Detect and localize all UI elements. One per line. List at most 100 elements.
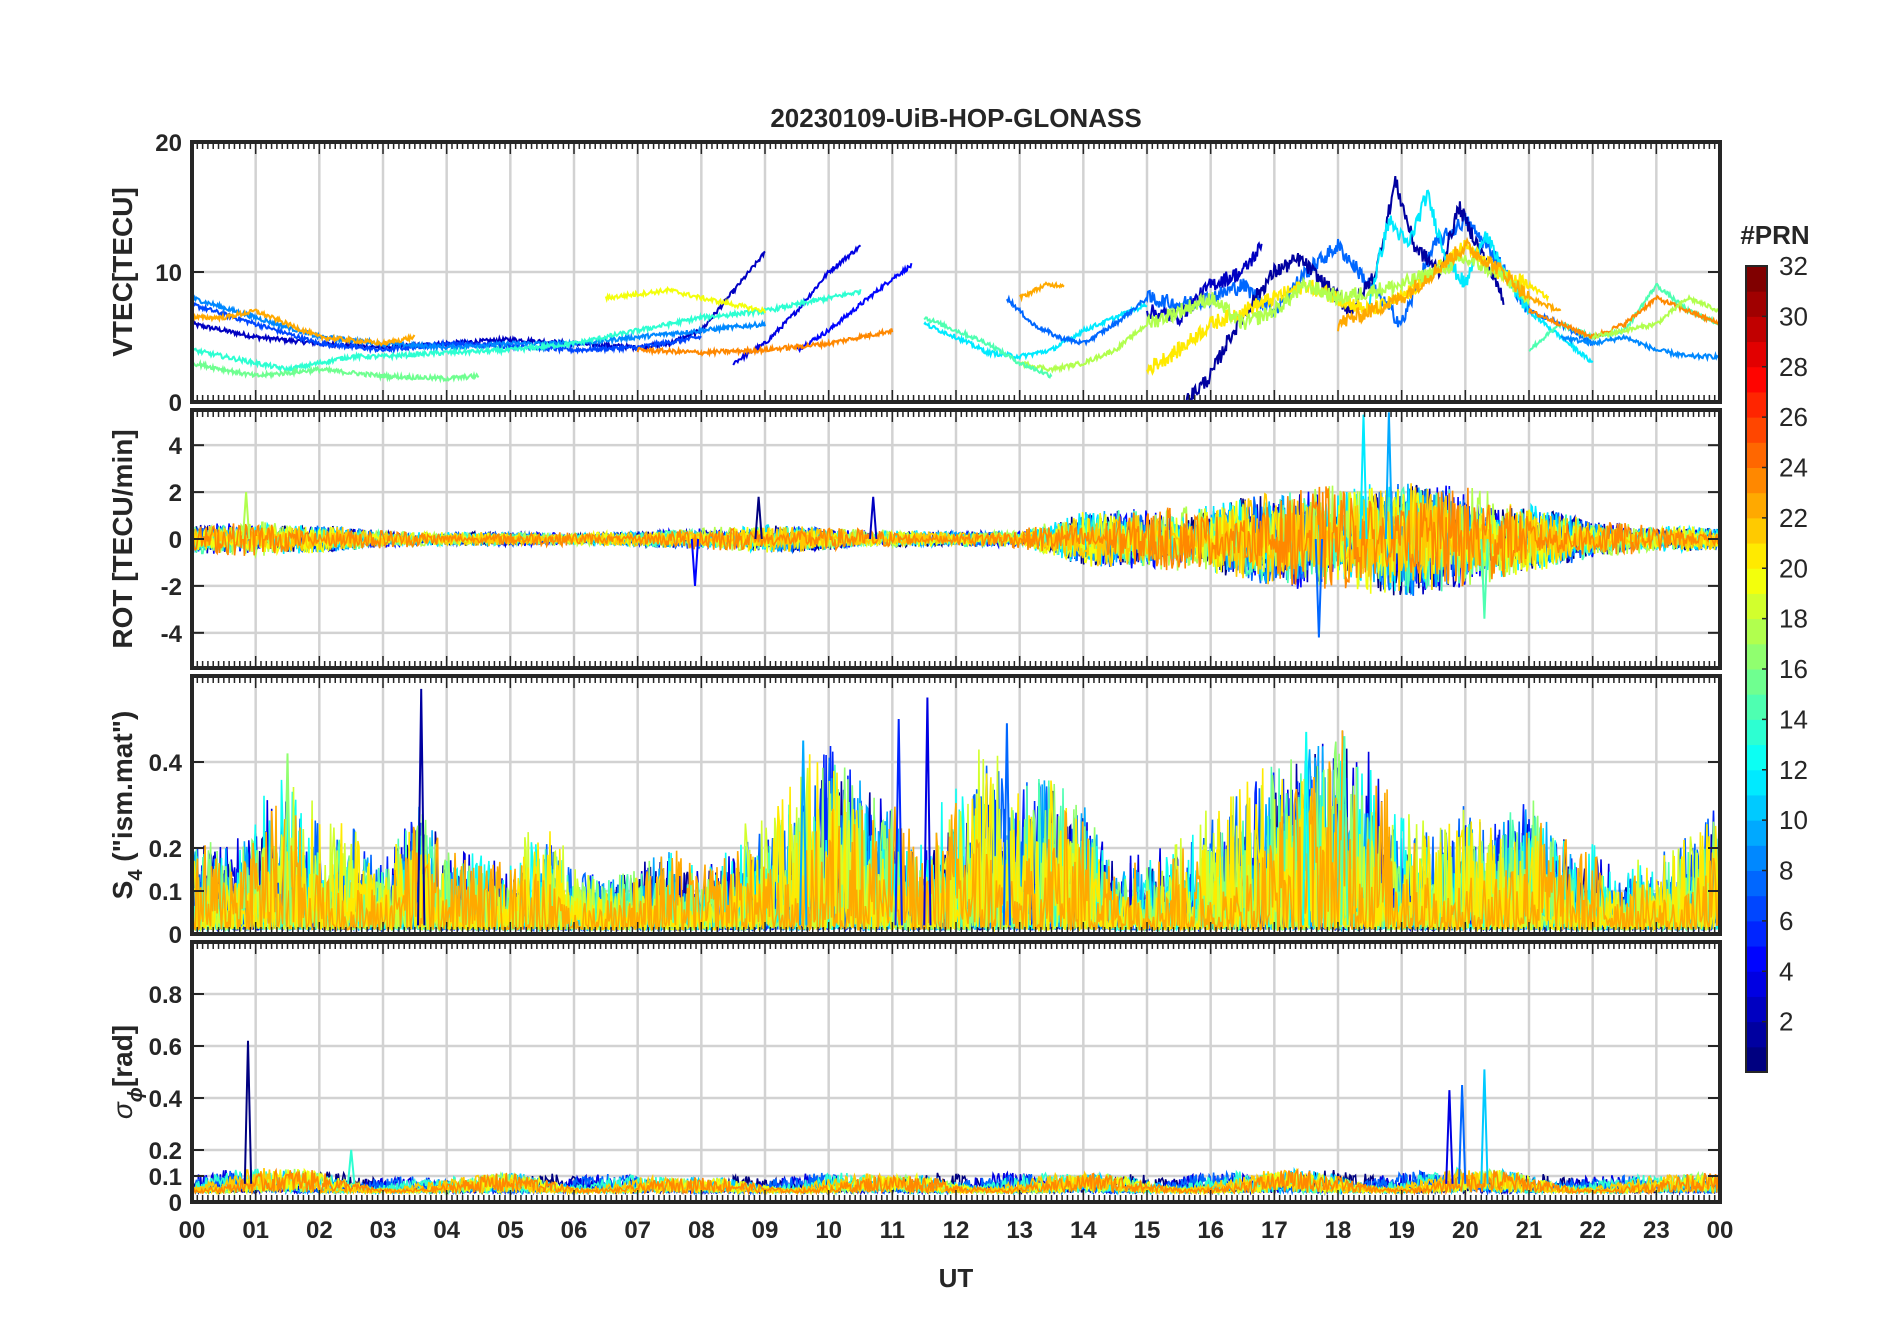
x-tick-label: 11 xyxy=(880,1217,905,1244)
panel-vtec: 0 10 20 VTEC[TECU] xyxy=(107,130,1722,417)
colorbar-segment xyxy=(1746,442,1767,468)
figure: 20230109-UiB-HOP-GLONASS 01020VTEC[TECU]… xyxy=(107,103,1810,1293)
y-tick-label: 4 xyxy=(169,433,183,460)
y-axis-label: S4 ("ism.mat") xyxy=(107,711,147,900)
colorbar-tick-label: 24 xyxy=(1779,453,1808,483)
x-tick-label: 13 xyxy=(1006,1217,1033,1244)
colorbar-segment xyxy=(1746,996,1767,1023)
x-axis-label: UT xyxy=(939,1263,974,1293)
colorbar-segment xyxy=(1746,266,1767,292)
y-tick-label: 0.4 xyxy=(149,750,183,777)
colorbar-tick-label: 32 xyxy=(1779,251,1808,281)
y-tick-label: 20 xyxy=(155,130,182,157)
y-tick-label: 0.6 xyxy=(149,1034,182,1061)
colorbar-tick-label: 10 xyxy=(1779,805,1808,835)
y-tick-label: 2 xyxy=(169,480,182,507)
x-tick-label: 08 xyxy=(688,1217,715,1244)
colorbar-tick-label: 18 xyxy=(1779,604,1808,634)
colorbar-tick-label: 22 xyxy=(1779,503,1808,533)
colorbar-segment xyxy=(1746,593,1767,620)
x-tick-label: 23 xyxy=(1643,1217,1670,1244)
colorbar-segment xyxy=(1746,467,1767,494)
series-line-prn-15 xyxy=(1528,282,1720,352)
x-tick-label: 20 xyxy=(1452,1217,1479,1244)
colorbar-tick-label: 2 xyxy=(1779,1007,1793,1037)
colorbar-segment xyxy=(1746,744,1767,771)
colorbar-segment xyxy=(1746,366,1767,393)
colorbar-segment xyxy=(1746,1046,1767,1073)
colorbar-segment xyxy=(1746,341,1767,368)
colorbar-segment xyxy=(1746,694,1767,720)
y-axis-label: σϕ[rad] xyxy=(107,1025,147,1119)
panel-sigma_phi: 00.10.2 0.4 0.6 0.8σϕ[rad] 00 01 02 03 04 05 06 07 0… xyxy=(107,940,1734,1244)
x-tick-label: 16 xyxy=(1197,1217,1224,1244)
colorbar-tick-label: 16 xyxy=(1779,654,1808,684)
colorbar-segment xyxy=(1746,417,1767,443)
panel-s4: 0 0.1 0.2 0.4S4 ("ism.mat") xyxy=(107,674,1722,949)
panel-rot: -4 -2 0 2 4 ROT [TECU/min] xyxy=(107,408,1722,670)
colorbar-segment xyxy=(1746,920,1767,947)
colorbar-segment xyxy=(1746,845,1767,871)
colorbar-segment xyxy=(1746,291,1767,317)
grid-sigma_phi xyxy=(192,942,1720,1202)
x-tick-label: 02 xyxy=(306,1217,333,1244)
colorbar-segment xyxy=(1746,316,1767,343)
x-tick-label: 00 xyxy=(179,1217,206,1244)
y-tick-label: 0.1 xyxy=(149,1164,182,1191)
x-tick-label: 18 xyxy=(1325,1217,1352,1244)
series-line-prn-20 xyxy=(604,285,766,314)
y-tick-label: 0.4 xyxy=(149,1086,183,1113)
y-tick-label: 0 xyxy=(169,1190,182,1217)
colorbar-segment xyxy=(1746,820,1767,846)
x-tick-label: 09 xyxy=(752,1217,779,1244)
series-line-prn-16 xyxy=(192,358,480,384)
colorbar-segment xyxy=(1746,769,1767,796)
x-tick-label: 00 xyxy=(1707,1217,1734,1244)
colorbar-segment xyxy=(1746,669,1767,695)
colorbar-segment xyxy=(1746,794,1767,821)
colorbar-segment xyxy=(1746,1021,1767,1048)
peak-mark xyxy=(1480,1069,1489,1184)
colorbar-segment xyxy=(1746,643,1767,670)
colorbar-tick-label: 6 xyxy=(1779,906,1793,936)
x-tick-label: 17 xyxy=(1261,1217,1288,1244)
colorbar-tick-label: 20 xyxy=(1779,553,1808,583)
x-tick-label: 10 xyxy=(815,1217,842,1244)
peak-mark xyxy=(1445,1090,1454,1184)
x-tick-label: 04 xyxy=(433,1217,460,1244)
y-tick-label: 0 xyxy=(169,922,182,949)
colorbar-segment xyxy=(1746,568,1767,594)
x-tick-label: 12 xyxy=(943,1217,970,1244)
y-tick-label: 0.2 xyxy=(149,836,182,863)
x-tick-label: 05 xyxy=(497,1217,524,1244)
series-line-prn-23 xyxy=(1018,281,1065,303)
y-tick-label: -4 xyxy=(161,621,183,648)
colorbar-segment xyxy=(1746,719,1767,746)
y-tick-label: -2 xyxy=(161,574,182,601)
y-tick-label: 0.1 xyxy=(149,879,182,906)
x-tick-label: 07 xyxy=(624,1217,651,1244)
colorbar-tick-label: 26 xyxy=(1779,402,1808,432)
colorbar-tick-label: 14 xyxy=(1779,704,1808,734)
peak-mark xyxy=(243,1040,253,1184)
colorbar-segment xyxy=(1746,492,1767,519)
colorbar: 2468101214161820222426283032 xyxy=(1745,251,1808,1073)
colorbar-segment xyxy=(1746,870,1767,897)
colorbar-segment xyxy=(1746,895,1767,922)
x-tick-label: 21 xyxy=(1516,1217,1543,1244)
x-tick-label: 19 xyxy=(1388,1217,1415,1244)
colorbar-tick-label: 30 xyxy=(1779,301,1808,331)
series-line-prn-12 xyxy=(1368,189,1594,364)
y-tick-label: 0 xyxy=(169,527,182,554)
x-tick-label: 01 xyxy=(242,1217,269,1244)
colorbar-segment xyxy=(1746,391,1767,418)
y-axis-label: ROT [TECU/min] xyxy=(107,429,138,648)
colorbar-segment xyxy=(1746,971,1767,997)
colorbar-segment xyxy=(1746,618,1767,645)
colorbar-segment xyxy=(1746,517,1767,544)
y-axis-label: VTEC[TECU] xyxy=(107,187,138,357)
y-tick-label: 10 xyxy=(155,260,182,287)
colorbar-segment xyxy=(1746,543,1767,569)
colorbar-tick-label: 28 xyxy=(1779,352,1808,382)
colorbar-label: #PRN xyxy=(1740,220,1809,250)
